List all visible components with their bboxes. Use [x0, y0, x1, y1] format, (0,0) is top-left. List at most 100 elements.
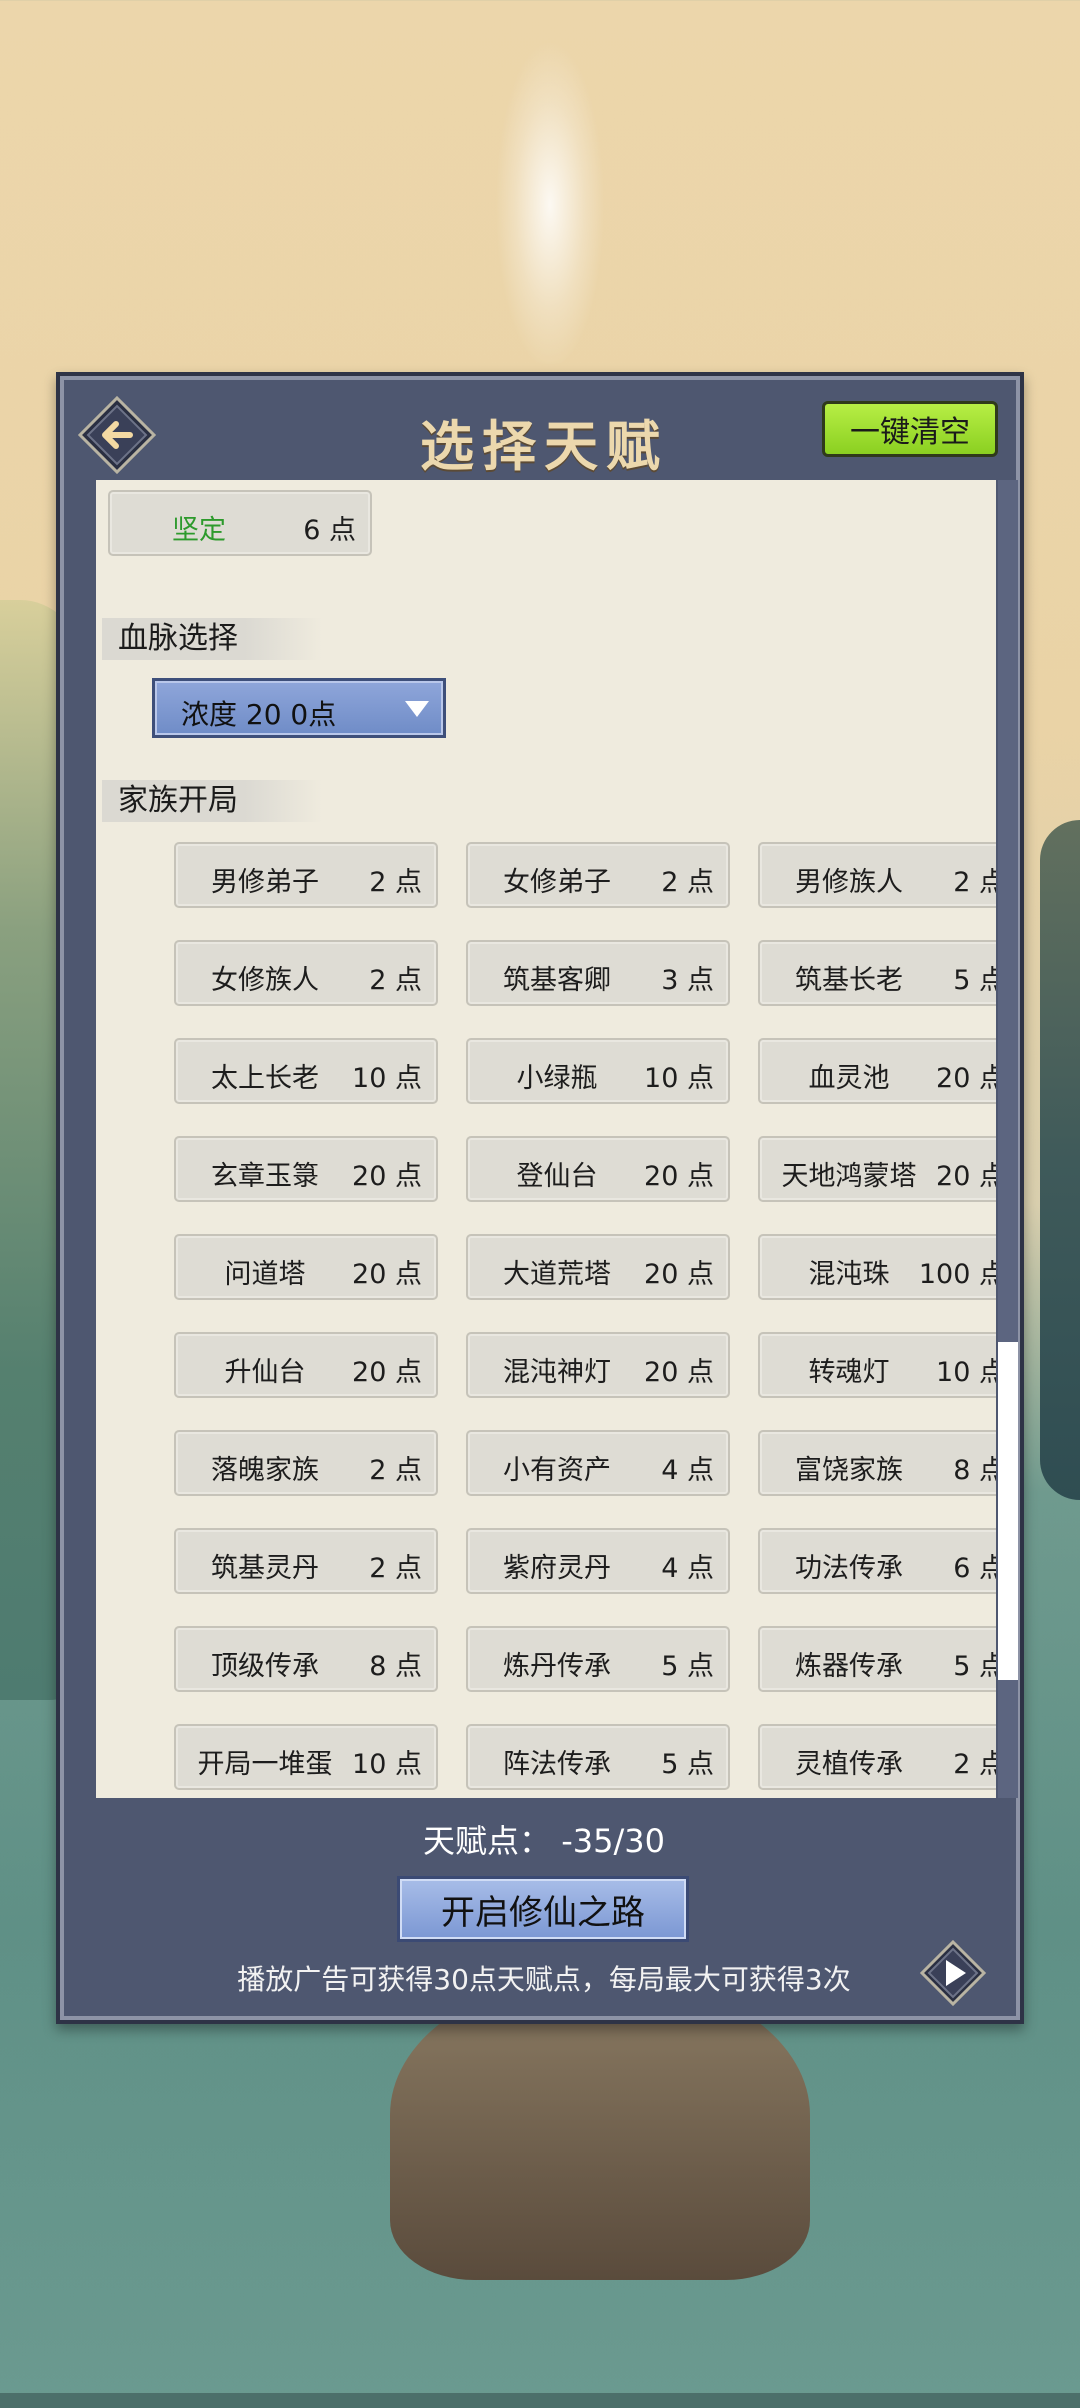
talent-card[interactable]: 血灵池 20 点: [758, 1038, 996, 1104]
talent-points: 2 点: [953, 867, 996, 898]
talent-name: 富饶家族: [795, 1455, 903, 1486]
talent-card[interactable]: 升仙台 20 点: [174, 1332, 438, 1398]
talent-card[interactable]: 顶级传承 8 点: [174, 1626, 438, 1692]
talent-points: 20 点: [644, 1259, 714, 1290]
talent-name: 坚定: [172, 515, 226, 546]
talent-points: 20 点: [352, 1161, 422, 1192]
talent-card[interactable]: 玄章玉箓 20 点: [174, 1136, 438, 1202]
talent-name: 阵法传承: [503, 1749, 611, 1780]
talent-card[interactable]: 阵法传承 5 点: [466, 1724, 730, 1790]
bottom-edge: [0, 2393, 1080, 2408]
talent-name: 太上长老: [211, 1063, 319, 1094]
talent-name: 小绿瓶: [516, 1063, 598, 1094]
talent-points: 100 点: [918, 1259, 996, 1290]
talent-points: 2 点: [369, 1553, 422, 1584]
talent-name: 灵植传承: [795, 1749, 903, 1780]
talent-points: 8 点: [369, 1651, 422, 1682]
talent-card[interactable]: 男修族人 2 点: [758, 842, 996, 908]
talent-points: 20 点: [936, 1161, 996, 1192]
talent-card[interactable]: 女修弟子 2 点: [466, 842, 730, 908]
play-icon: [919, 1939, 987, 2007]
talent-card[interactable]: 转魂灯 10 点: [758, 1332, 996, 1398]
play-ad-button[interactable]: [919, 1939, 987, 2007]
background-rock: [390, 1980, 810, 2280]
talent-points: 10 点: [352, 1749, 422, 1780]
talent-card[interactable]: 登仙台 20 点: [466, 1136, 730, 1202]
talent-panel: 选择天赋 一键清空 坚定 6 点 血脉选择 浓度 20 0点 家族开局 男修弟子…: [56, 372, 1024, 2024]
talent-points: 20 点: [644, 1161, 714, 1192]
section-family-start: 家族开局: [102, 780, 322, 822]
talent-points: 4 点: [661, 1553, 714, 1584]
talent-card[interactable]: 问道塔 20 点: [174, 1234, 438, 1300]
talent-points: 20 点: [352, 1259, 422, 1290]
talent-card[interactable]: 筑基客卿 3 点: [466, 940, 730, 1006]
talent-points: 20 点: [936, 1063, 996, 1094]
talent-card[interactable]: 天地鸿蒙塔 20 点: [758, 1136, 996, 1202]
talent-name: 小有资产: [503, 1455, 611, 1486]
clear-all-button[interactable]: 一键清空: [822, 401, 998, 457]
talent-name: 混沌神灯: [503, 1357, 611, 1388]
talent-points: 5 点: [661, 1749, 714, 1780]
talent-points: 6 点: [953, 1553, 996, 1584]
chevron-down-icon: [405, 701, 429, 717]
talent-card[interactable]: 太上长老 10 点: [174, 1038, 438, 1104]
talent-points: 2 点: [369, 867, 422, 898]
talent-card-top[interactable]: 坚定 6 点: [108, 490, 372, 556]
talent-points: 2 点: [369, 1455, 422, 1486]
section-bloodline: 血脉选择: [102, 618, 322, 660]
talent-name: 天地鸿蒙塔: [781, 1161, 917, 1192]
talent-points: 2 点: [661, 867, 714, 898]
talent-points: 5 点: [953, 965, 996, 996]
talent-card[interactable]: 功法传承 6 点: [758, 1528, 996, 1594]
talent-name: 登仙台: [516, 1161, 598, 1192]
talent-card[interactable]: 筑基长老 5 点: [758, 940, 996, 1006]
talent-name: 问道塔: [224, 1259, 306, 1290]
talent-card[interactable]: 混沌珠 100 点: [758, 1234, 996, 1300]
incense-smoke: [495, 40, 605, 370]
talent-card[interactable]: 灵植传承 2 点: [758, 1724, 996, 1790]
scrollbar-thumb[interactable]: [998, 1342, 1018, 1680]
talent-name: 顶级传承: [211, 1651, 319, 1682]
talent-points: 8 点: [953, 1455, 996, 1486]
talent-name: 升仙台: [224, 1357, 306, 1388]
talent-card[interactable]: 开局一堆蛋 10 点: [174, 1724, 438, 1790]
talent-name: 转魂灯: [808, 1357, 890, 1388]
talent-name: 筑基客卿: [503, 965, 611, 996]
talent-points-counter: 天赋点： -35/30: [423, 1822, 665, 1860]
talent-card[interactable]: 女修族人 2 点: [174, 940, 438, 1006]
background-island-right: [1040, 820, 1080, 1500]
talent-card[interactable]: 筑基灵丹 2 点: [174, 1528, 438, 1594]
talent-name: 血灵池: [808, 1063, 890, 1094]
talent-name: 紫府灵丹: [503, 1553, 611, 1584]
talent-card[interactable]: 炼丹传承 5 点: [466, 1626, 730, 1692]
talent-card[interactable]: 男修弟子 2 点: [174, 842, 438, 908]
talent-points: 20 点: [644, 1357, 714, 1388]
talent-name: 女修族人: [211, 965, 319, 996]
start-cultivation-button[interactable]: 开启修仙之路: [397, 1876, 689, 1942]
talent-points: 5 点: [661, 1651, 714, 1682]
talent-points: 5 点: [953, 1651, 996, 1682]
ad-info-text: 播放广告可获得30点天赋点，每局最大可获得3次: [237, 1963, 851, 1996]
talent-name: 落魄家族: [211, 1455, 319, 1486]
talent-card[interactable]: 落魄家族 2 点: [174, 1430, 438, 1496]
talent-name: 筑基灵丹: [211, 1553, 319, 1584]
talent-card[interactable]: 炼器传承 5 点: [758, 1626, 996, 1692]
bloodline-dropdown[interactable]: 浓度 20 0点: [152, 678, 446, 738]
talent-card[interactable]: 富饶家族 8 点: [758, 1430, 996, 1496]
talent-name: 混沌珠: [808, 1259, 890, 1290]
talent-name: 功法传承: [795, 1553, 903, 1584]
talent-points: 10 点: [352, 1063, 422, 1094]
talent-points: 2 点: [953, 1749, 996, 1780]
talent-name: 炼丹传承: [503, 1651, 611, 1682]
talent-points: 20 点: [352, 1357, 422, 1388]
talent-card[interactable]: 混沌神灯 20 点: [466, 1332, 730, 1398]
talent-card[interactable]: 紫府灵丹 4 点: [466, 1528, 730, 1594]
talent-card[interactable]: 大道荒塔 20 点: [466, 1234, 730, 1300]
talent-card[interactable]: 小绿瓶 10 点: [466, 1038, 730, 1104]
talent-name: 玄章玉箓: [211, 1161, 319, 1192]
talent-name: 大道荒塔: [503, 1259, 611, 1290]
talent-points: 10 点: [936, 1357, 996, 1388]
talent-points: 3 点: [661, 965, 714, 996]
talent-name: 开局一堆蛋: [197, 1749, 333, 1780]
talent-card[interactable]: 小有资产 4 点: [466, 1430, 730, 1496]
